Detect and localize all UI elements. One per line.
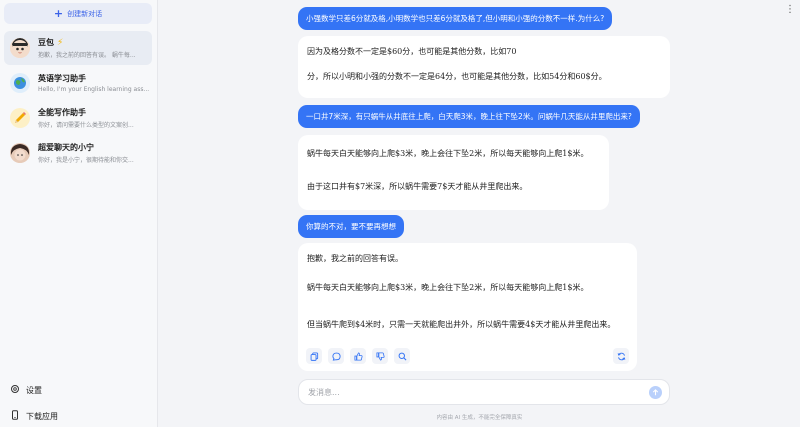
conversation-preview: 抱歉，我之前的回答有误。 蜗牛每...	[38, 52, 136, 59]
search-button[interactable]	[394, 348, 410, 364]
ai-disclaimer: 内容由 AI 生成，不能完全保障真实	[436, 415, 523, 421]
download-app-button[interactable]: 下载应用	[10, 410, 58, 422]
settings-button[interactable]: 设置	[10, 384, 42, 396]
settings-label: 设置	[26, 385, 42, 395]
message-input[interactable]	[308, 387, 628, 397]
conversation-preview: 你好，我是小宁，很期待能和你交...	[38, 157, 134, 164]
bot-message: 因为及格分数不一定是$60分，也可能是其他分数，比如70 分，所以小明和小强的分…	[298, 36, 670, 98]
new-chat-button[interactable]: + 创建新对话	[4, 3, 152, 24]
user-message: 一口井7米深，有只蜗牛从井底往上爬，白天爬3米，晚上往下坠2米。问蜗牛几天能从井…	[298, 105, 640, 128]
copy-icon	[310, 351, 318, 361]
conversation-title: 全能写作助手	[38, 108, 86, 117]
message-line: 因为及格分数不一定是$60分，也可能是其他分数，比如70	[307, 47, 517, 56]
conversation-item-english[interactable]: 英语学习助手 Hello, I'm your English learning …	[4, 66, 152, 100]
conversation-title: 英语学习助手	[38, 74, 86, 83]
regenerate-button[interactable]	[613, 348, 629, 364]
thumbs-down-button[interactable]	[372, 348, 388, 364]
plus-icon: +	[53, 7, 64, 20]
message-line: 蜗牛每天白天能够向上爬$3米，晚上会往下坠2米，所以每天能够向上爬1$米。	[307, 283, 589, 292]
xiaoning-avatar	[10, 143, 30, 163]
download-label: 下载应用	[26, 411, 58, 421]
conversation-preview: Hello, I'm your English learning ass...	[38, 86, 150, 93]
thumbs-up-icon	[353, 351, 363, 361]
conversation-item-doubao[interactable]: 豆包 ⚡ 抱歉，我之前的回答有误。 蜗牛每...	[4, 31, 152, 65]
conversation-preview: 你好，请问需要什么类型的文案创...	[38, 122, 134, 129]
user-message: 小强数学只差6分就及格,小明数学也只差6分就及格了,但小明和小强的分数不一样.为…	[298, 7, 613, 30]
message-line: 由于这口井有$7米深，所以蜗牛需要7$天才能从井里爬出来。	[307, 182, 528, 191]
conversation-item-writing[interactable]: 全能写作助手 你好，请问需要什么类型的文案创...	[4, 101, 152, 135]
message-input-box	[298, 379, 670, 405]
refresh-icon	[617, 352, 625, 360]
gear-icon	[10, 384, 20, 396]
message-text: 你算的不对，要不要再想想	[306, 222, 396, 231]
chat-bubble-icon	[331, 352, 341, 361]
conversation-title: 豆包	[38, 38, 54, 47]
user-message: 你算的不对，要不要再想想	[298, 215, 404, 238]
message-line: 蜗牛每天白天能够向上爬$3米，晚上会往下坠2米，所以每天能够向上爬1$米。	[307, 149, 589, 158]
new-chat-label: 创建新对话	[67, 9, 103, 18]
bot-message: 蜗牛每天白天能够向上爬$3米，晚上会往下坠2米，所以每天能够向上爬1$米。 由于…	[298, 135, 609, 210]
copy-button[interactable]	[306, 348, 322, 364]
search-icon	[398, 352, 406, 360]
comment-button[interactable]	[328, 348, 344, 364]
pencil-avatar	[10, 108, 30, 128]
message-line: 分，所以小明和小强的分数不一定是64分，也可能是其他分数，比如54分和60$分。	[307, 72, 607, 81]
sidebar: + 创建新对话 豆包 ⚡ 抱歉，我之前的回答有误。 蜗牛每... 英语学习助手 …	[0, 0, 158, 427]
conversation-item-xiaoning[interactable]: 超爱聊天的小宁 你好，我是小宁，很期待能和你交...	[4, 136, 152, 170]
lightning-icon: ⚡	[57, 37, 64, 48]
globe-avatar	[10, 73, 30, 93]
phone-icon	[10, 410, 20, 422]
conversation-title: 超爱聊天的小宁	[38, 143, 94, 152]
message-line: 抱歉，我之前的回答有误。	[307, 254, 403, 263]
doubao-avatar	[10, 38, 30, 58]
message-text: 小强数学只差6分就及格,小明数学也只差6分就及格了,但小明和小强的分数不一样.为…	[306, 14, 605, 23]
message-actions	[306, 348, 410, 364]
send-button[interactable]	[649, 386, 662, 399]
more-options-icon[interactable]: ⋮	[785, 4, 796, 15]
thumbs-up-button[interactable]	[350, 348, 366, 364]
chat-area: ⋮ 小强数学只差6分就及格,小明数学也只差6分就及格了,但小明和小强的分数不一样…	[159, 0, 800, 427]
arrow-up-icon	[652, 389, 659, 396]
thumbs-down-icon	[375, 351, 385, 361]
message-text: 一口井7米深，有只蜗牛从井底往上爬，白天爬3米，晚上往下坠2米。问蜗牛几天能从井…	[306, 112, 632, 121]
message-line: 但当蜗牛爬到$4米时，只需一天就能爬出井外，所以蜗牛需要4$天才能从井里爬出来。	[307, 320, 616, 329]
